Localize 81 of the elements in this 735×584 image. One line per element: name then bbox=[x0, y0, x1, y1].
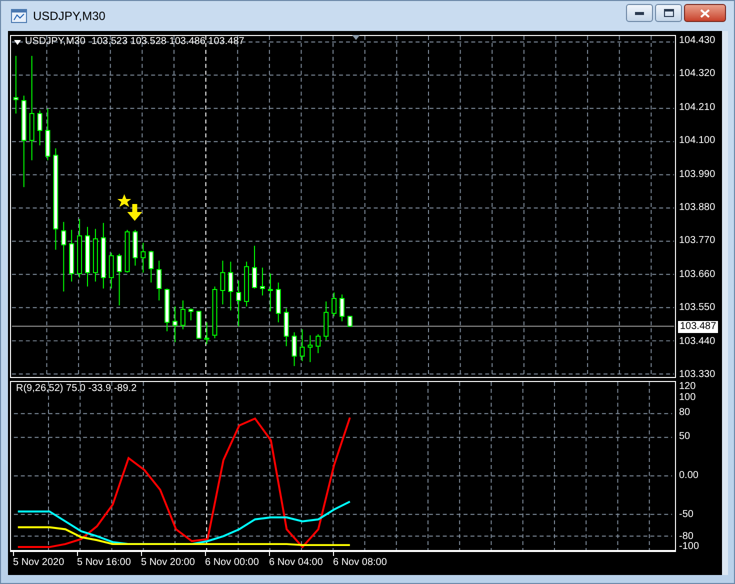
price-axis-label: 103.880 bbox=[679, 203, 716, 213]
time-axis-label: 6 Nov 00:00 bbox=[205, 558, 259, 568]
price-axis-label: 104.100 bbox=[679, 136, 716, 146]
candlestick bbox=[132, 229, 138, 266]
dropdown-triangle-icon[interactable] bbox=[14, 40, 21, 44]
candlestick bbox=[140, 242, 146, 274]
minimize-button[interactable] bbox=[626, 4, 653, 22]
candlestick bbox=[61, 221, 66, 292]
time-axis-label: 5 Nov 20:00 bbox=[141, 558, 195, 568]
candlestick bbox=[284, 308, 289, 347]
candlestick bbox=[69, 229, 74, 282]
candlestick bbox=[292, 332, 297, 367]
candlestick bbox=[156, 260, 162, 301]
close-button[interactable] bbox=[684, 4, 726, 22]
price-axis-label: 104.430 bbox=[679, 36, 716, 46]
star-icon bbox=[117, 194, 132, 207]
candlestick bbox=[347, 316, 352, 327]
indicator-axis-label: -50 bbox=[679, 510, 694, 520]
candlestick bbox=[204, 322, 210, 345]
price-axis-label: 104.210 bbox=[679, 102, 716, 113]
price-axis-label: 103.770 bbox=[679, 236, 716, 246]
candlestick bbox=[92, 228, 98, 282]
candlestick bbox=[45, 108, 50, 161]
candlestick bbox=[124, 229, 130, 274]
candlestick bbox=[37, 110, 42, 146]
candlestick bbox=[220, 260, 226, 305]
candlestick bbox=[108, 252, 114, 290]
restore-icon bbox=[664, 9, 674, 17]
candlestick bbox=[268, 273, 273, 312]
candlestick bbox=[196, 310, 202, 339]
candlestick bbox=[212, 286, 218, 339]
indicator-axis-label: 80 bbox=[679, 408, 690, 418]
indicator-axis-label: -100 bbox=[679, 542, 700, 552]
price-axis-label: 104.320 bbox=[679, 69, 716, 80]
candlestick bbox=[236, 280, 242, 327]
price-axis-label: 103.440 bbox=[679, 336, 716, 347]
indicator-axis-label: 50 bbox=[679, 432, 690, 442]
candlestick bbox=[85, 226, 90, 288]
candlestick bbox=[100, 222, 106, 290]
candlestick bbox=[116, 253, 122, 306]
candlestick bbox=[332, 292, 337, 317]
ohlc-values: 103.523 103.528 103.486 103.487 bbox=[91, 37, 244, 47]
indicator-label: R(9,26,52) 75.0 -33.9 -89.2 bbox=[16, 384, 137, 394]
symbol-label: USDJPY,M30 bbox=[25, 37, 86, 47]
indicator-axis-label: 100 bbox=[679, 393, 696, 403]
indicator-axis-label: 0.00 bbox=[679, 471, 698, 481]
down-arrow-icon bbox=[127, 204, 142, 221]
maximize-button[interactable] bbox=[655, 4, 682, 22]
indicator-axis-label: 120 bbox=[679, 382, 696, 392]
time-axis-label: 6 Nov 04:00 bbox=[269, 558, 323, 568]
window-title: USDJPY,M30 bbox=[33, 8, 106, 25]
minimize-icon bbox=[635, 12, 644, 14]
candlestick bbox=[260, 267, 265, 296]
candlestick bbox=[148, 250, 154, 284]
candlestick bbox=[244, 261, 250, 307]
price-axis-label: 103.660 bbox=[679, 270, 716, 280]
candlestick bbox=[276, 282, 281, 323]
candlestick bbox=[252, 245, 257, 290]
candlestick bbox=[172, 306, 178, 343]
candlestick bbox=[300, 328, 305, 362]
indicator-axis-label: -80 bbox=[679, 532, 694, 542]
time-axis-label: 5 Nov 2020 bbox=[13, 558, 64, 568]
candlestick bbox=[228, 261, 234, 311]
time-axis-label: 5 Nov 16:00 bbox=[77, 558, 131, 568]
candlestick bbox=[340, 294, 344, 322]
price-axis-label: 103.990 bbox=[679, 170, 716, 180]
time-axis-label: 6 Nov 08:00 bbox=[333, 558, 387, 568]
candlestick bbox=[324, 300, 329, 341]
candlestick bbox=[308, 334, 313, 363]
price-axis-label: 103.550 bbox=[679, 303, 716, 314]
current-price-label: 103.487 bbox=[678, 321, 718, 333]
candlestick bbox=[316, 334, 321, 354]
candlestick bbox=[13, 55, 18, 114]
candlestick bbox=[188, 308, 194, 321]
candlestick bbox=[164, 288, 170, 332]
price-axis-label: 103.330 bbox=[679, 370, 716, 380]
close-icon bbox=[700, 8, 710, 18]
chart-window-icon bbox=[11, 9, 27, 23]
candlestick bbox=[180, 300, 186, 330]
shift-marker-icon[interactable] bbox=[352, 35, 360, 40]
candlestick bbox=[77, 218, 82, 278]
